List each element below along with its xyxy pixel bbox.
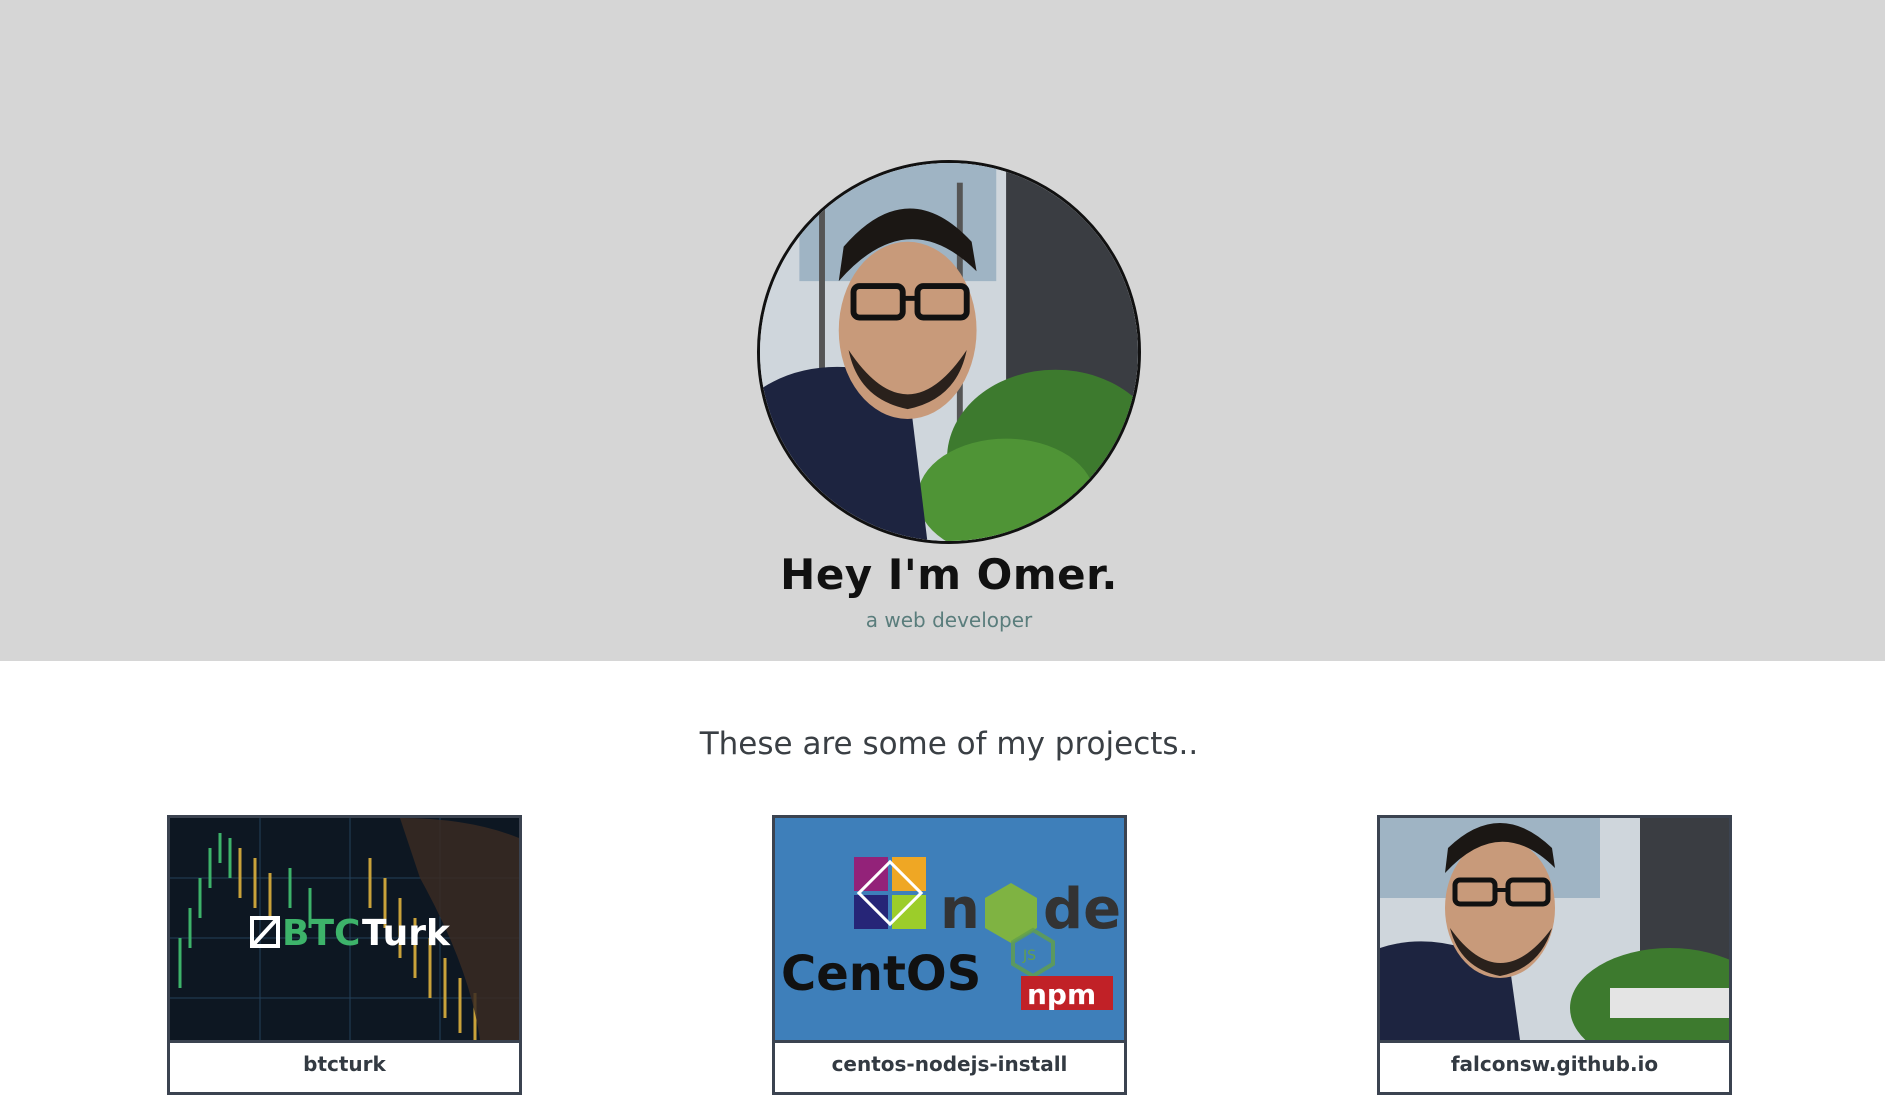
svg-text:CentOS: CentOS xyxy=(781,946,981,1002)
svg-text:JS: JS xyxy=(1022,948,1036,964)
svg-text:BTC: BTC xyxy=(282,913,360,954)
project-label[interactable]: centos-nodejs-install xyxy=(775,1043,1124,1092)
project-thumbnail[interactable]: n de JS CentOS npm xyxy=(775,818,1124,1043)
svg-text:n: n xyxy=(940,877,980,942)
svg-text:Turk: Turk xyxy=(362,913,451,954)
project-label[interactable]: falconsw.github.io xyxy=(1380,1043,1729,1092)
profile-photo-icon xyxy=(1380,818,1729,1040)
hero-subtitle: a web developer xyxy=(865,608,1033,632)
project-thumbnail[interactable]: BTC Turk xyxy=(170,818,519,1043)
project-card-centos-nodejs-install[interactable]: n de JS CentOS npm centos-nodejs-install xyxy=(772,815,1127,1095)
svg-text:npm: npm xyxy=(1027,978,1096,1011)
centos-node-npm-logos-icon: n de JS CentOS npm xyxy=(775,818,1124,1040)
profile-photo-icon xyxy=(760,163,1138,541)
btcturk-logo-icon: BTC Turk xyxy=(170,818,519,1040)
project-card-falconsw-github-io[interactable]: falconsw.github.io xyxy=(1377,815,1732,1095)
project-card-btcturk[interactable]: BTC Turk btcturk xyxy=(167,815,522,1095)
svg-text:de: de xyxy=(1043,877,1121,942)
project-label[interactable]: btcturk xyxy=(170,1043,519,1092)
hero-section: Hey I'm Omer. a web developer xyxy=(0,0,1885,661)
projects-heading: These are some of my projects.. xyxy=(699,726,1199,762)
project-thumbnail[interactable] xyxy=(1380,818,1729,1043)
hero-title: Hey I'm Omer. xyxy=(780,550,1118,599)
avatar xyxy=(757,160,1141,544)
